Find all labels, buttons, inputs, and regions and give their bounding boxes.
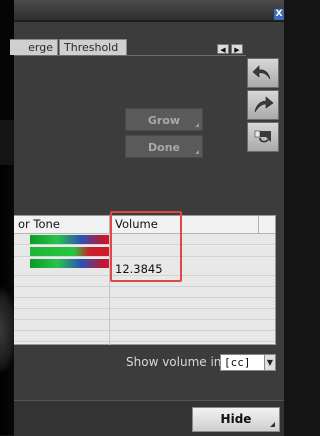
grow-corner-icon bbox=[195, 123, 199, 127]
dialog-footer: Hide bbox=[14, 400, 284, 436]
chevron-down-icon[interactable]: ▼ bbox=[264, 354, 276, 371]
volume-highlight-box bbox=[110, 211, 182, 282]
title-bar[interactable]: X bbox=[14, 0, 284, 20]
undo-button[interactable] bbox=[247, 58, 279, 88]
close-button[interactable]: X bbox=[274, 9, 284, 20]
redo-button[interactable] bbox=[247, 90, 279, 120]
volume-unit-select[interactable]: [cc] bbox=[220, 354, 268, 371]
grow-button-label: Grow bbox=[147, 114, 181, 127]
header-divider bbox=[258, 216, 259, 233]
color-tone-swatch bbox=[30, 259, 109, 268]
table-row-empty bbox=[14, 331, 275, 342]
show-volume-label: Show volume in bbox=[126, 355, 222, 369]
tab-scroll-left-button[interactable]: ◀ bbox=[217, 44, 229, 54]
erase-button[interactable] bbox=[247, 122, 279, 152]
color-tone-swatch bbox=[30, 235, 109, 244]
table-row-empty bbox=[14, 287, 275, 298]
table-row-empty bbox=[14, 309, 275, 320]
tab-scroll-right-button[interactable]: ▶ bbox=[231, 44, 243, 54]
redo-arrow-icon bbox=[254, 96, 274, 113]
done-button[interactable]: Done bbox=[125, 135, 203, 158]
table-row-empty bbox=[14, 298, 275, 309]
table-row-empty bbox=[14, 320, 275, 331]
viewer-background-top bbox=[0, 0, 14, 120]
tab-merge[interactable]: erge bbox=[10, 39, 58, 55]
tab-threshold[interactable]: Threshold bbox=[59, 39, 127, 55]
hide-button[interactable]: Hide bbox=[192, 407, 280, 432]
hide-button-label: Hide bbox=[220, 412, 252, 426]
tab-scroll-controls: ◀ ▶ bbox=[217, 44, 245, 54]
eraser-icon bbox=[254, 130, 271, 143]
hide-corner-icon bbox=[270, 422, 275, 427]
header-color-tone[interactable]: or Tone bbox=[18, 216, 60, 233]
segmentation-dialog: X erge Threshold ◀ ▶ Grow Done or Tone V… bbox=[10, 0, 284, 436]
done-corner-icon bbox=[195, 150, 199, 154]
grow-button[interactable]: Grow bbox=[125, 108, 203, 131]
done-button-label: Done bbox=[148, 141, 180, 154]
undo-arrow-icon bbox=[252, 65, 271, 80]
color-tone-swatch bbox=[30, 247, 109, 256]
